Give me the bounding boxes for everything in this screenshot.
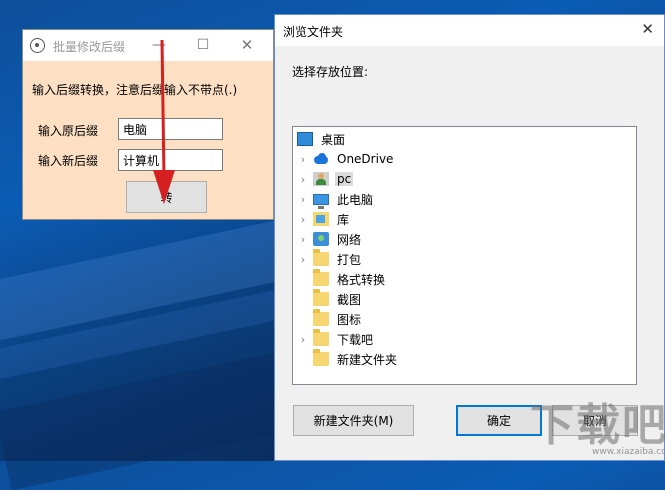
tree-item-label: 网络 [337,232,362,247]
tree-item-label: pc [335,172,354,186]
tree-item-label: OneDrive [337,152,394,166]
old-suffix-label: 输入原后缀 [38,124,99,138]
tree-item[interactable]: 桌面 [293,129,347,149]
batch-rename-window: 批量修改后缀 — ☐ ✕ 输入后缀转换，注意后缀输入不带点(.) 输入原后缀 输… [22,29,274,220]
computer-icon [313,193,329,209]
tree-item[interactable]: 新建文件夹 [297,349,399,369]
folder-icon [313,349,329,366]
arrow-shaft [160,39,166,179]
network-icon [313,232,329,246]
expand-chevron-icon[interactable]: › [297,193,309,206]
tree-item[interactable]: › pc [297,169,354,189]
new-suffix-label: 输入新后缀 [38,154,99,168]
app-icon [30,38,45,53]
expand-chevron-icon[interactable]: › [297,173,309,186]
watermark-logo: 下载吧 www.xiazaiba.com [530,400,665,461]
tree-item[interactable]: 截图 [297,289,363,309]
suffix-hint: 输入后缀转换，注意后缀输入不带点(.) [32,83,238,97]
library-icon [313,212,329,226]
folder-icon [313,329,329,346]
tree-item-label: 图标 [337,312,362,327]
tree-item-label: 打包 [337,252,362,267]
tree-item-label: 桌面 [321,132,346,147]
app-titlebar[interactable]: 批量修改后缀 — ☐ ✕ [23,30,273,61]
tree-item[interactable]: 格式转换 [297,269,387,289]
tree-item-label: 新建文件夹 [337,352,398,367]
desktop-icon [297,132,313,146]
tree-item-label: 库 [337,212,350,227]
folder-icon [313,269,329,286]
maximize-button[interactable]: ☐ [191,35,215,55]
watermark-url: www.xiazaiba.com [592,447,665,457]
folder-icon [313,249,329,266]
user-icon [313,172,329,186]
dialog-close-button[interactable]: ✕ [641,20,654,38]
folder-icon [313,309,329,326]
tree-item[interactable]: › 此电脑 [297,189,375,209]
tree-item-label: 下载吧 [337,332,374,347]
expand-chevron-icon[interactable]: › [297,153,309,166]
app-title: 批量修改后缀 [53,40,126,54]
browse-folder-dialog: 浏览文件夹 ✕ 选择存放位置: 桌面 › OneDrive › pc › 此电脑 › 库 › 网络 ›… [274,14,665,461]
red-arrow-annotation [153,39,175,204]
tree-item-label: 格式转换 [337,272,386,287]
dialog-titlebar[interactable]: 浏览文件夹 ✕ [275,15,664,46]
watermark-text: 下载吧 [530,400,665,451]
desktop-streak [0,349,306,490]
dialog-title: 浏览文件夹 [283,25,344,39]
expand-chevron-icon[interactable]: › [297,213,309,226]
folder-tree[interactable]: 桌面 › OneDrive › pc › 此电脑 › 库 › 网络 › 打包 格式转换 截图 图标 › 下载吧 新建… [292,126,637,385]
tree-item[interactable]: › 打包 [297,249,363,269]
tree-item-label: 截图 [337,292,362,307]
arrow-head [153,170,175,204]
expand-chevron-icon[interactable]: › [297,253,309,266]
folder-icon [313,289,329,306]
expand-chevron-icon[interactable]: › [297,233,309,246]
tree-item[interactable]: › 网络 [297,229,363,249]
tree-item-label: 此电脑 [337,192,374,207]
new-folder-button[interactable]: 新建文件夹(M) [293,405,414,436]
tree-item[interactable]: › OneDrive [297,149,395,169]
dialog-prompt: 选择存放位置: [292,65,369,79]
tree-item[interactable]: › 下载吧 [297,329,375,349]
tree-item[interactable]: › 库 [297,209,351,229]
expand-chevron-icon[interactable]: › [297,333,309,346]
close-button[interactable]: ✕ [235,35,259,55]
tree-item[interactable]: 图标 [297,309,363,329]
cloud-icon [313,152,329,166]
